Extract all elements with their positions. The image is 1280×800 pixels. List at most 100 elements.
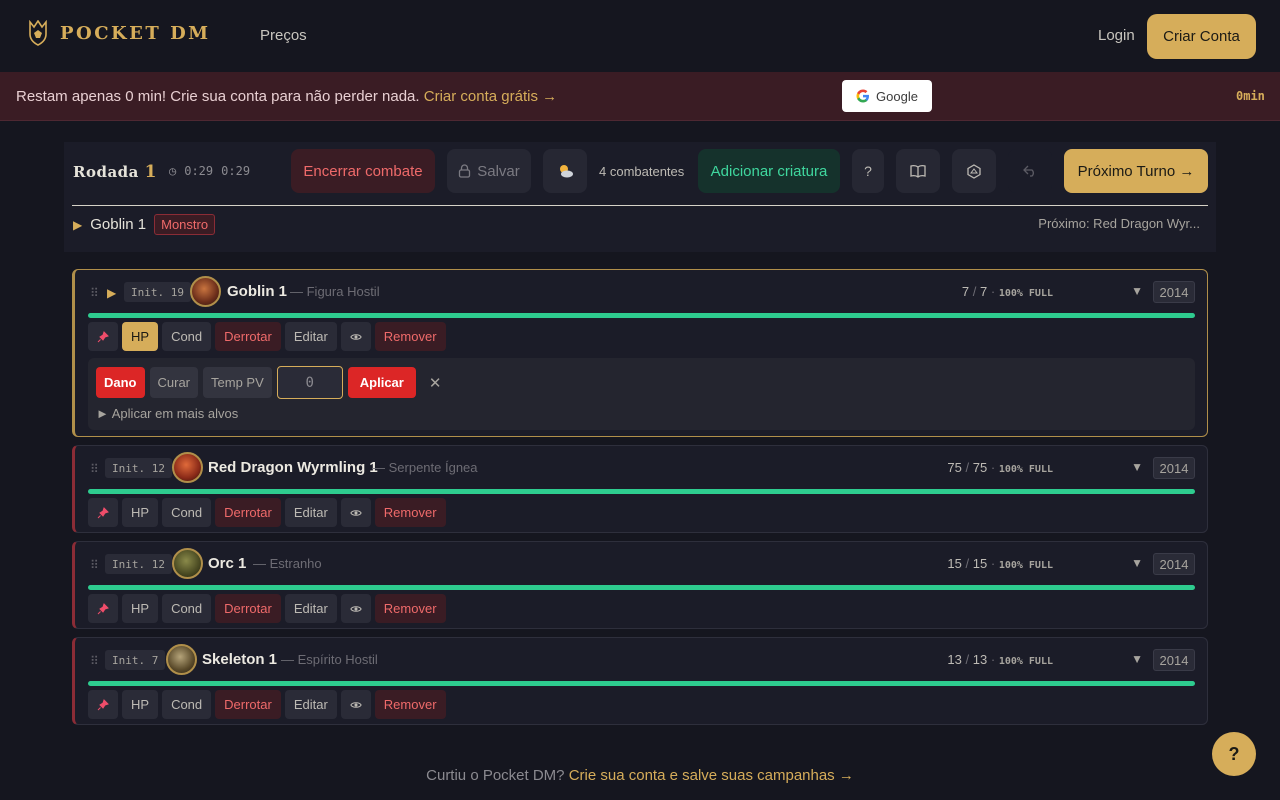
visibility-button[interactable] [340,322,371,351]
login-link[interactable]: Login [1098,27,1135,44]
visibility-button[interactable] [340,690,371,719]
apply-button[interactable]: Aplicar [347,367,416,398]
banner-message-text: Restam apenas 0 min! Crie sua conta para… [16,88,420,105]
combatant-name[interactable]: Skeleton 1 [202,651,277,668]
drag-handle-icon[interactable]: ⠿ [90,654,99,668]
edition-badge[interactable]: 2014 [1153,649,1195,671]
initiative-badge[interactable]: Init. 7 [105,650,166,670]
condition-button[interactable]: Cond [162,322,212,351]
heal-button[interactable]: Curar [149,367,199,398]
remove-button[interactable]: Remover [374,498,446,527]
combatant-name[interactable]: Red Dragon Wyrmling 1 [208,459,378,476]
drag-handle-icon[interactable]: ⠿ [90,462,99,476]
hp-display[interactable]: 7 / 7 · 100% FULL [962,284,1053,299]
remove-button[interactable]: Remover [374,594,446,623]
remove-button[interactable]: Remover [374,322,446,351]
google-label: Google [876,88,918,104]
dice-button[interactable] [952,149,996,193]
more-targets-toggle[interactable]: ► Aplicar em mais alvos [96,406,238,421]
nav-pricing-link[interactable]: Preços [260,27,307,44]
drag-handle-icon[interactable]: ⠿ [90,558,99,572]
end-combat-button[interactable]: Encerrar combate [291,149,435,193]
combatant-name[interactable]: Goblin 1 [227,283,287,300]
banner-signup-link[interactable]: Criar conta grátis → [424,88,557,105]
temp-hp-button[interactable]: Temp PV [203,367,272,398]
action-row: HP Cond Derrotar Editar Remover [88,498,446,527]
pin-button[interactable] [88,498,118,527]
avatar [172,452,203,483]
combatant-type: — Espírito Hostil [281,652,378,667]
edit-button[interactable]: Editar [284,498,337,527]
hp-current: 15 [947,556,962,571]
edition-badge[interactable]: 2014 [1153,457,1195,479]
visibility-button[interactable] [340,498,371,527]
avatar [190,276,221,307]
add-creature-button[interactable]: Adicionar criatura [698,149,840,193]
condition-button[interactable]: Cond [162,498,212,527]
banner-message: Restam apenas 0 min! Crie sua conta para… [16,88,557,105]
edit-button[interactable]: Editar [284,322,337,351]
undo-button[interactable] [1008,149,1052,193]
defeat-button[interactable]: Derrotar [215,498,281,527]
footer-cta: Curtiu o Pocket DM? Crie sua conta e sal… [0,767,1280,784]
google-signin-button[interactable]: Google [842,80,932,112]
hp-amount-input[interactable] [276,366,343,399]
next-turn-button[interactable]: Próximo Turno → [1064,149,1208,193]
pin-button[interactable] [88,690,118,719]
divider [72,205,1208,206]
current-turn-name: Goblin 1 [90,216,147,233]
drag-handle-icon[interactable]: ⠿ [90,286,99,300]
hp-bar [88,585,1195,590]
hp-button[interactable]: HP [122,690,159,719]
footer-signup-link[interactable]: Crie sua conta e salve suas campanhas → [569,767,854,784]
chevron-down-icon[interactable]: ▼ [1131,284,1143,298]
visibility-button[interactable] [340,594,371,623]
hp-display[interactable]: 13 / 13 · 100% FULL [947,652,1053,667]
hp-button[interactable]: HP [122,322,159,351]
hp-button[interactable]: HP [122,594,159,623]
combatant-card[interactable]: ⠿ ▶ Init. 19 Goblin 1 — Figura Hostil 7 … [72,269,1208,437]
defeat-button[interactable]: Derrotar [215,690,281,719]
save-label: Salvar [477,162,520,180]
pin-button[interactable] [88,594,118,623]
combatant-card[interactable]: ⠿ Init. 7 Skeleton 1 — Espírito Hostil 1… [72,637,1208,725]
initiative-badge[interactable]: Init. 12 [105,458,172,478]
chevron-down-icon[interactable]: ▼ [1131,460,1143,474]
initiative-badge[interactable]: Init. 12 [105,554,172,574]
combatant-type: — Estranho [253,556,322,571]
hp-display[interactable]: 15 / 15 · 100% FULL [947,556,1053,571]
edition-badge[interactable]: 2014 [1153,281,1195,303]
remove-button[interactable]: Remover [374,690,446,719]
help-button[interactable]: ? [852,149,884,193]
clock-icon: ◷ [169,164,177,178]
defeat-button[interactable]: Derrotar [215,322,281,351]
help-fab-button[interactable]: ? [1212,732,1256,776]
edition-badge[interactable]: 2014 [1153,553,1195,575]
hp-display[interactable]: 75 / 75 · 100% FULL [947,460,1053,475]
defeat-button[interactable]: Derrotar [215,594,281,623]
hp-button[interactable]: HP [122,498,159,527]
close-icon[interactable]: ✕ [429,374,442,392]
damage-button[interactable]: Dano [96,367,145,398]
top-navigation: POCKET DM Preços Login Criar Conta [0,0,1280,72]
condition-button[interactable]: Cond [162,594,212,623]
next-combatant-label: Próximo: Red Dragon Wyr... [1038,216,1200,231]
signup-button[interactable]: Criar Conta [1147,14,1256,59]
weather-button[interactable] [543,149,587,193]
combatant-type: — Figura Hostil [290,284,380,299]
logo[interactable]: POCKET DM [28,20,211,46]
pin-button[interactable] [88,322,118,351]
book-button[interactable] [896,149,940,193]
edit-button[interactable]: Editar [284,690,337,719]
hp-max: 7 [979,284,988,299]
combatant-card[interactable]: ⠿ Init. 12 Orc 1 — Estranho 15 / 15 · 10… [72,541,1208,629]
chevron-down-icon[interactable]: ▼ [1131,556,1143,570]
save-button[interactable]: Salvar [447,149,531,193]
combatant-card[interactable]: ⠿ Init. 12 Red Dragon Wyrmling 1 — Serpe… [72,445,1208,533]
condition-button[interactable]: Cond [162,690,212,719]
edit-button[interactable]: Editar [284,594,337,623]
chevron-down-icon[interactable]: ▼ [1131,652,1143,666]
hp-max: 13 [972,652,988,667]
initiative-badge[interactable]: Init. 19 [124,282,191,302]
combatant-name[interactable]: Orc 1 [208,555,246,572]
